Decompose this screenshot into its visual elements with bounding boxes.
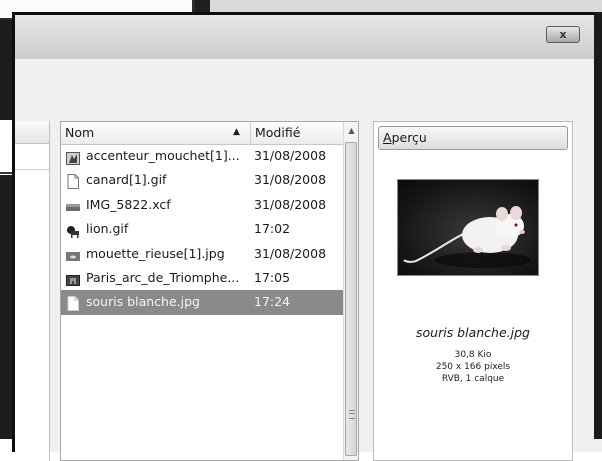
blank-file-icon: [66, 173, 80, 190]
file-modified: 17:24: [254, 294, 291, 310]
file-row[interactable]: canard[1].gif 31/08/2008: [61, 168, 343, 192]
blank-file-icon: [66, 295, 80, 312]
file-row-selected[interactable]: souris blanche.jpg 17:24: [61, 290, 343, 315]
places-separator: [15, 169, 49, 170]
preview-color-mode: RVB, 1 calque: [441, 374, 505, 384]
sort-ascending-icon: ▲: [233, 127, 240, 137]
column-name-label: Nom: [65, 125, 95, 140]
preview-file-size: 30,8 Kio: [454, 350, 492, 360]
file-row[interactable]: accenteur_mouchet[1]... 31/08/2008: [61, 144, 343, 168]
background-divider: [0, 172, 12, 174]
places-pane[interactable]: [15, 121, 50, 461]
file-modified: 17:02: [254, 221, 291, 237]
file-list-scrollbar[interactable]: ▲: [343, 122, 358, 460]
scrollbar-thumb[interactable]: [345, 142, 357, 456]
file-name: Paris_arc_de_Triomphe...: [86, 269, 240, 285]
column-header-modified[interactable]: Modifié: [252, 122, 343, 144]
column-modified-label: Modifié: [255, 125, 301, 140]
file-list-header: Nom ▲ Modifié: [61, 122, 343, 145]
image-file-icon: [66, 149, 80, 165]
file-row[interactable]: Paris_arc_de_Triomphe... 17:05: [61, 266, 343, 290]
file-row[interactable]: lion.gif 17:02: [61, 217, 343, 241]
preview-thumbnail: [397, 179, 539, 276]
file-name: lion.gif: [86, 221, 129, 237]
preview-pane: Aperçu souris blanche.jpg 30,8 Kio 250 x…: [373, 121, 573, 461]
background-frame-fragment: [0, 20, 12, 439]
preview-mnemonic: A: [383, 130, 392, 145]
file-name: canard[1].gif: [86, 172, 167, 188]
preview-dimensions: 250 x 166 pixels: [435, 362, 511, 372]
file-modified: 31/08/2008: [254, 148, 327, 163]
column-header-name[interactable]: Nom ▲: [61, 122, 251, 144]
file-name: IMG_5822.xcf: [86, 196, 171, 212]
file-modified: 31/08/2008: [254, 172, 327, 188]
file-modified: 31/08/2008: [254, 196, 327, 212]
preview-button[interactable]: Aperçu: [378, 126, 568, 150]
file-name: accenteur_mouchet[1]...: [86, 148, 240, 163]
close-icon: x: [559, 28, 567, 41]
white-mouse-image: [403, 206, 531, 268]
background-panel-fragment: [0, 120, 12, 175]
file-modified: 17:05: [254, 269, 291, 285]
file-list[interactable]: Nom ▲ Modifié accenteur_mouchet[1]... 31…: [60, 121, 359, 461]
preview-file-name: souris blanche.jpg: [416, 325, 530, 340]
file-rows: accenteur_mouchet[1]... 31/08/2008 canar…: [61, 144, 343, 315]
dialog-titlebar[interactable]: x: [15, 15, 602, 59]
preview-label: perçu: [391, 130, 427, 145]
places-header: [15, 121, 49, 144]
file-name: souris blanche.jpg: [86, 294, 200, 310]
dialog-body: Nom ▲ Modifié accenteur_mouchet[1]... 31…: [15, 59, 602, 461]
lion-icon: [66, 222, 80, 239]
file-row[interactable]: mouette_rieuse[1].jpg 31/08/2008: [61, 242, 343, 266]
file-name: mouette_rieuse[1].jpg: [86, 245, 225, 261]
scrollbar-grip-icon: [349, 410, 355, 419]
file-modified: 31/08/2008: [254, 245, 327, 261]
image-file-icon: [66, 271, 80, 286]
background-window-fragment: [210, 0, 602, 12]
image-file-icon: [66, 247, 80, 261]
background-frame-fragment: [594, 12, 602, 439]
preview-file-info: 30,8 Kio 250 x 166 pixels RVB, 1 calque: [374, 349, 572, 385]
scroll-up-icon[interactable]: ▲: [344, 122, 358, 140]
file-row[interactable]: IMG_5822.xcf 31/08/2008: [61, 193, 343, 217]
image-file-icon: [66, 198, 80, 211]
close-button[interactable]: x: [546, 26, 580, 43]
open-image-dialog: x Nom ▲ Modifié accenteur_mouchet[1]... …: [12, 12, 602, 461]
